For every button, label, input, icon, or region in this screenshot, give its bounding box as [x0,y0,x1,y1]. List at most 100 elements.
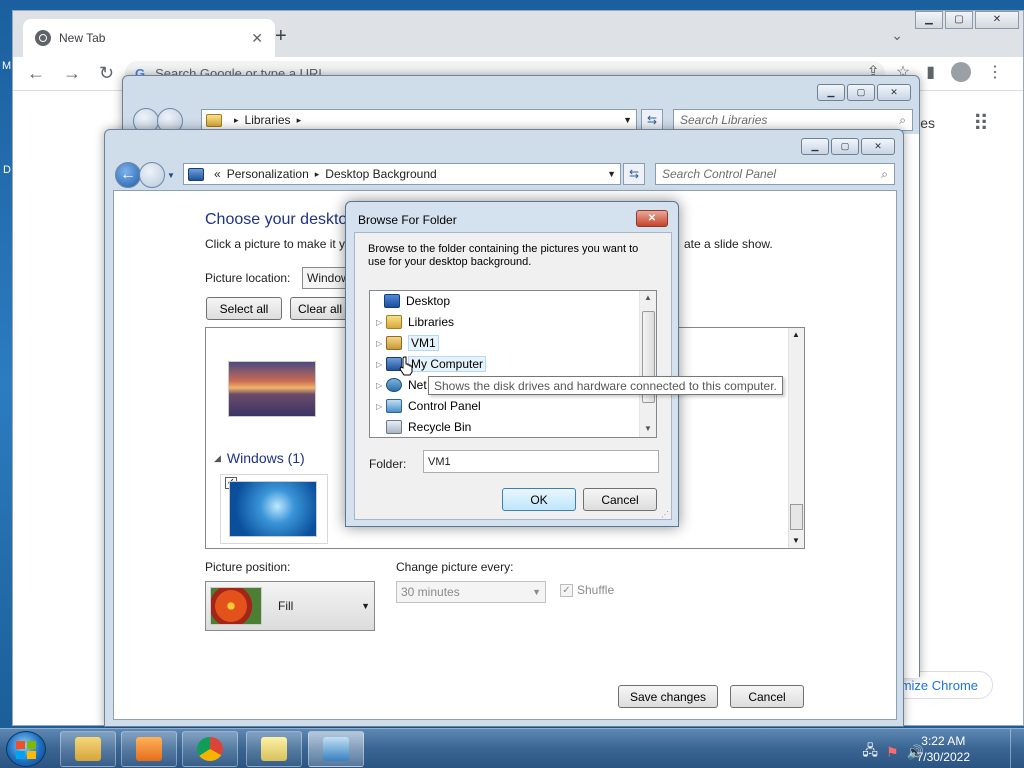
group-header[interactable]: ◢ Windows (1) [214,450,305,466]
ok-button[interactable]: OK [502,488,576,511]
recent-pages-icon[interactable]: ▼ [167,171,175,180]
maximize-button[interactable]: ▢ [945,11,973,29]
address-bar[interactable]: ▸ Libraries ▸ ▼ [201,109,637,131]
control-panel-icon [188,167,204,181]
maximize-button[interactable]: ▢ [847,84,875,101]
system-tray: 🖧 ⚑ 🔊 [862,740,924,764]
refresh-icon[interactable]: ⇆ [623,163,645,185]
back-button[interactable]: ← [115,162,141,188]
dialog-close-button[interactable]: ✕ [636,210,668,227]
search-placeholder: Search Control Panel [662,167,777,181]
scroll-up-arrow-icon[interactable]: ▲ [644,293,652,302]
tree-item-my-computer[interactable]: ▷ My Computer [376,354,487,374]
tree-item-network[interactable]: ▷ Net [376,375,427,395]
page-subtitle: Click a picture to make it y [205,237,346,251]
cancel-button[interactable]: Cancel [730,685,804,708]
checkbox-box[interactable]: ✓ [560,583,573,597]
address-crumb[interactable]: Libraries [245,113,291,127]
side-panel-icon[interactable]: ▮ [926,62,935,82]
search-input[interactable]: Search Control Panel ⌕ [655,163,895,185]
expand-triangle-icon[interactable]: ▷ [376,402,386,411]
show-desktop-button[interactable] [1010,729,1024,768]
recycle-bin-icon [386,420,402,434]
taskbar-control-panel-button[interactable] [308,731,364,767]
tooltip: Shows the disk drives and hardware conne… [428,376,783,395]
select-all-button[interactable]: Select all [206,297,282,320]
dropdown-arrow-icon[interactable]: ▼ [607,169,616,179]
collapse-triangle-icon[interactable]: ◢ [214,453,221,464]
dropdown-arrow-icon[interactable]: ▼ [623,115,632,125]
minimize-button[interactable]: ▁ [817,84,845,101]
folder-input[interactable]: VM1 [423,450,659,473]
user-folder-icon [386,336,402,350]
minimize-button[interactable]: ▁ [915,11,943,29]
profile-avatar[interactable] [951,62,971,82]
shuffle-checkbox[interactable]: ✓ Shuffle [560,583,614,597]
tree-item-recycle-bin[interactable]: Recycle Bin [376,417,471,437]
forward-arrow-icon[interactable]: → [63,63,81,84]
scroll-down-arrow-icon[interactable]: ▼ [644,424,652,433]
change-every-value: 30 minutes [401,585,460,599]
resize-grip-icon[interactable]: ⋰ [661,510,669,519]
tree-item-libraries[interactable]: ▷ Libraries [376,312,454,332]
dialog-title: Browse For Folder [358,213,457,227]
crumb-desktop-background[interactable]: Desktop Background [325,167,436,181]
desktop-icon-label: M [2,60,12,72]
save-changes-button[interactable]: Save changes [618,685,718,708]
cancel-button[interactable]: Cancel [583,488,657,511]
close-button[interactable]: ✕ [877,84,911,101]
crumb-personalization[interactable]: Personalization [227,167,309,181]
close-button[interactable]: ✕ [861,138,895,155]
change-every-select[interactable]: 30 minutes ▼ [396,581,546,603]
desktop-icon-label: D [3,164,11,176]
maximize-button[interactable]: ▢ [831,138,859,155]
control-panel-icon [386,399,402,413]
taskbar: 🖧 ⚑ 🔊 3:22 AM 7/30/2022 [0,728,1024,768]
start-button[interactable] [6,731,46,767]
back-arrow-icon[interactable]: ← [27,63,45,84]
expand-triangle-icon[interactable]: ▷ [376,381,386,390]
picture-position-label: Picture position: [205,560,291,574]
expand-triangle-icon[interactable]: ▷ [376,339,386,348]
tab-search-icon[interactable]: ⌄ [891,27,903,44]
taskbar-media-player-button[interactable] [121,731,177,767]
wallpaper-thumbnail-sunset[interactable] [228,361,316,417]
nav-buttons: ← → ↻ [27,63,114,84]
address-bar[interactable]: « Personalization ▸ Desktop Background ▼ [183,163,621,185]
libraries-icon [261,737,287,761]
refresh-icon[interactable]: ⇆ [641,109,663,131]
network-tray-icon[interactable]: 🖧 [862,740,878,764]
google-apps-icon[interactable]: ⠿ [973,111,989,137]
close-button[interactable]: ✕ [975,11,1019,29]
menu-kebab-icon[interactable]: ⋮ [987,62,1003,82]
wallpaper-tile-windows[interactable]: ✓ [220,474,328,544]
taskbar-libraries-button[interactable] [246,731,302,767]
search-placeholder: Search Libraries [680,113,768,127]
grid-scrollbar[interactable]: ▲ ▼ [788,328,804,548]
taskbar-explorer-button[interactable] [60,731,116,767]
forward-button[interactable] [139,162,165,188]
new-tab-button[interactable]: + [275,25,287,48]
tree-item-control-panel[interactable]: ▷ Control Panel [376,396,481,416]
tab-new-tab[interactable]: New Tab ✕ [23,19,275,57]
expand-triangle-icon[interactable]: ▷ [376,318,386,327]
scroll-thumb[interactable] [790,504,803,530]
minimize-button[interactable]: ▁ [801,138,829,155]
clock[interactable]: 3:22 AM 7/30/2022 [917,733,970,765]
tree-item-vm1[interactable]: ▷ VM1 [376,333,439,353]
reload-icon[interactable]: ↻ [99,63,114,84]
hand-cursor-icon [399,356,413,376]
picture-position-select[interactable]: Fill ▼ [205,581,375,631]
desktop-icon [384,294,400,308]
taskbar-chrome-button[interactable] [182,731,238,767]
tree-scrollbar[interactable]: ▲ ▼ [639,291,656,437]
tree-item-desktop[interactable]: Desktop [374,291,450,311]
overflow-chevron[interactable]: « [214,167,221,181]
action-center-icon[interactable]: ⚑ [886,744,899,761]
expand-triangle-icon[interactable]: ▷ [376,360,386,369]
chrome-window-controls: ▁ ▢ ✕ [915,11,1019,29]
folder-label: Folder: [369,457,407,471]
clear-all-button[interactable]: Clear all [290,297,350,320]
search-input[interactable]: Search Libraries ⌕ [673,109,913,131]
tab-close-icon[interactable]: ✕ [251,30,263,47]
